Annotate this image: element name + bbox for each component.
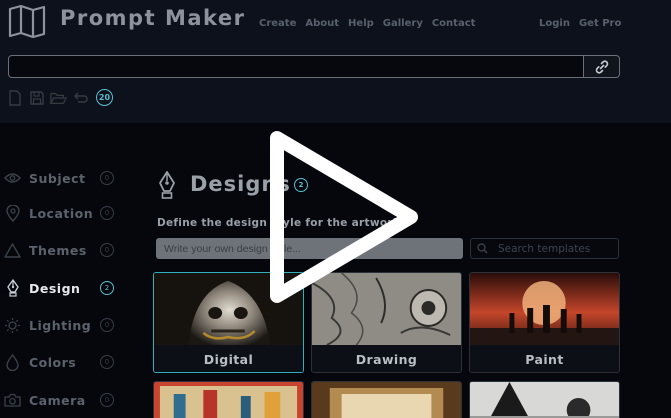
sidebar-count-badge: 0 bbox=[100, 243, 114, 257]
pen-nib-icon bbox=[4, 279, 21, 297]
nav-gallery[interactable]: Gallery bbox=[383, 18, 423, 29]
sidebar-count-badge: 2 bbox=[100, 281, 114, 295]
undo-icon[interactable] bbox=[72, 89, 89, 106]
sun-icon bbox=[4, 317, 21, 334]
link-icon bbox=[595, 59, 608, 74]
search-icon bbox=[477, 243, 488, 254]
nav-get-pro[interactable]: Get Pro bbox=[579, 18, 621, 29]
template-card[interactable] bbox=[311, 381, 462, 418]
template-search[interactable] bbox=[470, 238, 619, 259]
card-thumbnail bbox=[470, 273, 619, 345]
sidebar-count-badge: 0 bbox=[100, 355, 114, 369]
top-bar: Prompt Maker Create About Help Gallery Conta… bbox=[0, 0, 671, 123]
map-logo-icon[interactable] bbox=[8, 4, 46, 38]
app-title[interactable]: Prompt Maker bbox=[60, 6, 246, 30]
sidebar-item-subject[interactable]: Subject 0 bbox=[0, 163, 125, 193]
sidebar-item-label: Colors bbox=[29, 354, 77, 370]
template-card-paint[interactable]: Paint bbox=[469, 272, 620, 373]
nav-about[interactable]: About bbox=[305, 18, 339, 29]
search-input[interactable] bbox=[498, 242, 618, 255]
sidebar-item-label: Lighting bbox=[29, 317, 92, 333]
main-nav: Create About Help Gallery Contact bbox=[259, 18, 484, 29]
new-file-icon[interactable] bbox=[6, 89, 23, 106]
template-card[interactable] bbox=[469, 381, 620, 418]
nav-help[interactable]: Help bbox=[348, 18, 374, 29]
sidebar-item-location[interactable]: Location 0 bbox=[0, 198, 125, 228]
design-style-input[interactable] bbox=[156, 238, 463, 259]
sidebar-count-badge: 0 bbox=[100, 318, 114, 332]
template-card-digital[interactable]: Digital bbox=[153, 272, 304, 373]
sidebar-item-themes[interactable]: Themes 0 bbox=[0, 235, 125, 265]
location-pin-icon bbox=[4, 204, 21, 222]
nav-create[interactable]: Create bbox=[259, 18, 296, 29]
sidebar-item-label: Design bbox=[29, 280, 81, 296]
template-card[interactable] bbox=[153, 381, 304, 418]
pen-nib-icon bbox=[159, 171, 175, 199]
card-label: Digital bbox=[154, 345, 303, 372]
save-icon[interactable] bbox=[28, 89, 45, 106]
prompt-count-badge: 20 bbox=[96, 89, 113, 106]
card-thumbnail bbox=[154, 382, 303, 418]
droplet-icon bbox=[4, 353, 21, 371]
toolbar: 20 bbox=[6, 89, 113, 106]
sidebar-item-lighting[interactable]: Lighting 0 bbox=[0, 310, 125, 340]
eye-icon bbox=[4, 170, 21, 187]
card-label: Drawing bbox=[312, 345, 461, 372]
sidebar-count-badge: 0 bbox=[100, 206, 114, 220]
card-thumbnail bbox=[470, 382, 619, 418]
section-title: Designs bbox=[190, 172, 291, 196]
sidebar-item-label: Themes bbox=[29, 242, 87, 258]
sidebar-count-badge: 0 bbox=[100, 171, 114, 185]
section-description: Define the design style for the artwork bbox=[157, 217, 401, 229]
open-folder-icon[interactable] bbox=[50, 89, 67, 106]
warning-triangle-icon bbox=[4, 242, 21, 259]
card-thumbnail bbox=[154, 273, 303, 345]
nav-login[interactable]: Login bbox=[539, 18, 570, 29]
sidebar-item-label: Camera bbox=[29, 392, 86, 408]
sidebar-item-label: Subject bbox=[29, 170, 86, 186]
card-thumbnail bbox=[312, 273, 461, 345]
card-thumbnail bbox=[312, 382, 461, 418]
nav-contact[interactable]: Contact bbox=[432, 18, 476, 29]
sidebar-item-label: Location bbox=[29, 205, 94, 221]
sidebar-item-design[interactable]: Design 2 bbox=[0, 273, 125, 303]
sidebar-item-camera[interactable]: Camera 0 bbox=[0, 385, 125, 415]
section-count-badge: 2 bbox=[294, 178, 308, 192]
template-card-drawing[interactable]: Drawing bbox=[311, 272, 462, 373]
sidebar-count-badge: 0 bbox=[100, 393, 114, 407]
camera-icon bbox=[4, 392, 21, 409]
copy-link-button[interactable] bbox=[584, 55, 620, 78]
account-nav: Login Get Pro bbox=[539, 18, 630, 29]
sidebar-item-colors[interactable]: Colors 0 bbox=[0, 347, 125, 377]
prompt-input[interactable] bbox=[8, 55, 584, 78]
card-label: Paint bbox=[470, 345, 619, 372]
